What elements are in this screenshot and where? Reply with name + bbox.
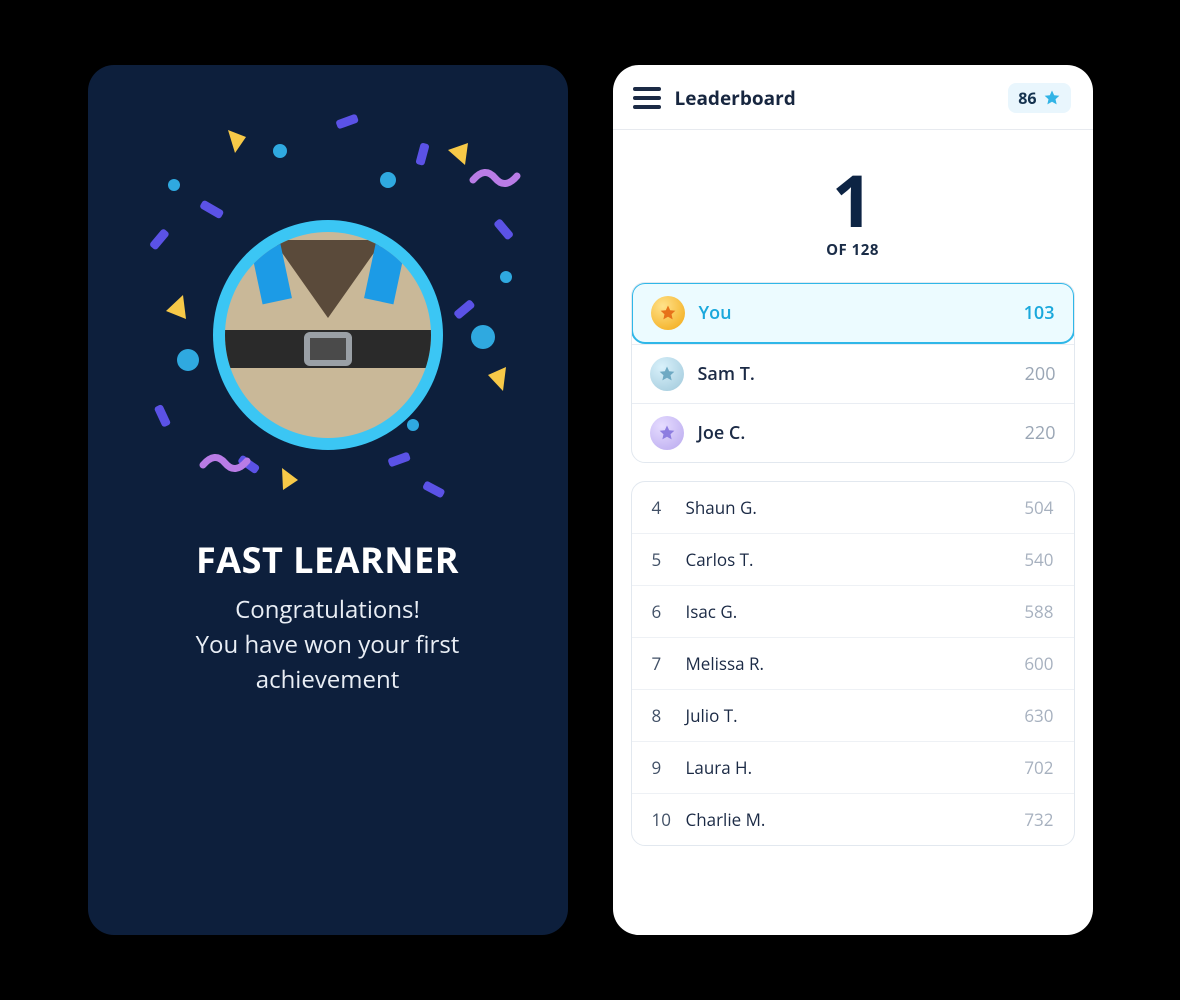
- leaderboard-row-you[interactable]: You 103: [631, 282, 1075, 344]
- leaderboard-header: Leaderboard 86: [613, 65, 1093, 130]
- player-score: 588: [1024, 600, 1053, 623]
- medal-gold-icon: [651, 296, 685, 330]
- player-name: Julio T.: [686, 704, 738, 727]
- player-score: 103: [1024, 301, 1055, 325]
- achievement-message-line: achievement: [256, 663, 400, 696]
- player-score: 220: [1025, 421, 1056, 445]
- leaderboard-row[interactable]: 8Julio T. 630: [632, 689, 1074, 741]
- player-name: Melissa R.: [686, 652, 764, 675]
- leaderboard-row[interactable]: 7Melissa R. 600: [632, 637, 1074, 689]
- player-name: Charlie M.: [686, 808, 766, 831]
- player-rank: 8: [652, 704, 686, 727]
- player-rank: 5: [652, 548, 686, 571]
- leaderboard-card: Leaderboard 86 1 OF 128 You103Sam T.200J…: [613, 65, 1093, 935]
- player-rank: 6: [652, 600, 686, 623]
- leaderboard-row[interactable]: Sam T. 200: [632, 344, 1074, 403]
- player-rank: 7: [652, 652, 686, 675]
- points-chip[interactable]: 86: [1008, 83, 1070, 113]
- menu-icon[interactable]: [633, 87, 661, 109]
- top3-list: You 103 Sam T. 200 Joe C. 220: [631, 282, 1075, 463]
- player-name: Carlos T.: [686, 548, 754, 571]
- player-name: You: [699, 301, 732, 325]
- player-score: 200: [1025, 362, 1056, 386]
- player-name: Joe C.: [698, 421, 746, 445]
- player-name: Laura H.: [686, 756, 753, 779]
- achievement-title: FAST LEARNER: [88, 535, 568, 584]
- rank-summary: 1 OF 128: [613, 130, 1093, 282]
- player-score: 630: [1024, 704, 1053, 727]
- player-rank: 4: [652, 496, 686, 519]
- medal-silver-icon: [650, 357, 684, 391]
- player-rank: 9: [652, 756, 686, 779]
- rank-position: 1: [613, 164, 1093, 236]
- player-score: 732: [1024, 808, 1053, 831]
- player-score: 540: [1024, 548, 1053, 571]
- leaderboard-row[interactable]: Joe C. 220: [632, 403, 1074, 462]
- player-name: Isac G.: [686, 600, 738, 623]
- achievement-badge: [213, 220, 443, 450]
- page-title: Leaderboard: [675, 85, 796, 111]
- star-icon: [1043, 89, 1061, 107]
- leaderboard-row[interactable]: 10Charlie M. 732: [632, 793, 1074, 845]
- leaderboard-row[interactable]: 9Laura H. 702: [632, 741, 1074, 793]
- player-name: Sam T.: [698, 362, 755, 386]
- player-score: 504: [1024, 496, 1053, 519]
- confetti-decoration: [88, 65, 568, 935]
- points-value: 86: [1018, 87, 1036, 109]
- player-name: Shaun G.: [686, 496, 757, 519]
- achievement-message-line: Congratulations!: [235, 593, 420, 626]
- leaderboard-row[interactable]: 5Carlos T. 540: [632, 533, 1074, 585]
- medal-bronze-icon: [650, 416, 684, 450]
- player-score: 702: [1024, 756, 1053, 779]
- achievement-badge-image: [225, 232, 431, 438]
- achievement-message-line: You have won your first: [196, 628, 460, 661]
- rank-total: OF 128: [613, 240, 1093, 260]
- achievement-card: FAST LEARNER Congratulations! You have w…: [88, 65, 568, 935]
- leaderboard-row[interactable]: 6Isac G. 588: [632, 585, 1074, 637]
- achievement-message: Congratulations! You have won your first…: [128, 593, 528, 697]
- player-rank: 10: [652, 808, 686, 831]
- player-score: 600: [1024, 652, 1053, 675]
- ranks-list: 4Shaun G. 504 5Carlos T. 540 6Isac G. 588 7Mel…: [631, 481, 1075, 846]
- leaderboard-row[interactable]: 4Shaun G. 504: [632, 482, 1074, 533]
